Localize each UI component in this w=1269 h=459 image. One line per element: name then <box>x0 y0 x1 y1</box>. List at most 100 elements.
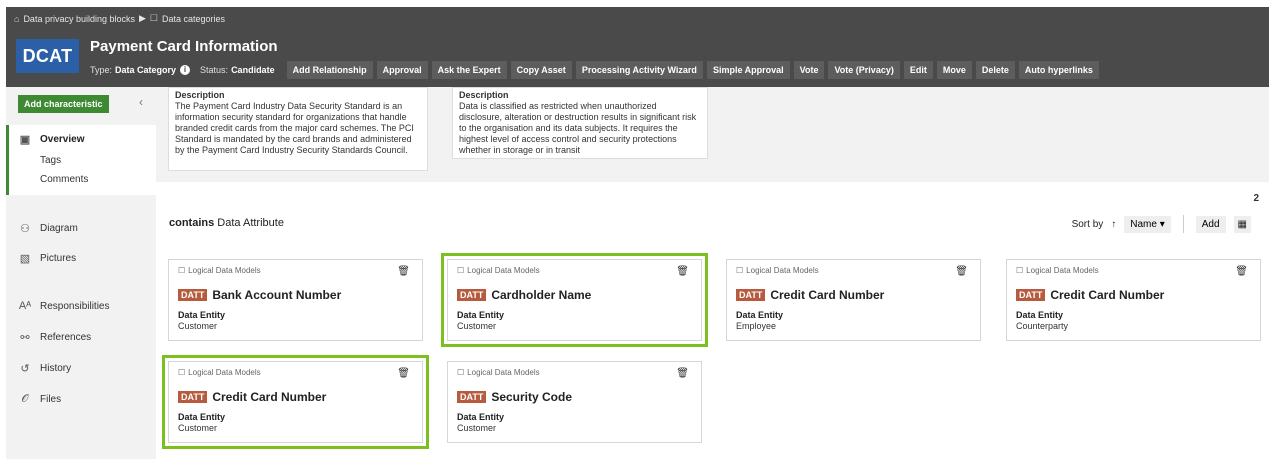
trash-icon[interactable]: 🗑 <box>397 266 410 277</box>
description-text: The Payment Card Industry Data Security … <box>175 101 414 155</box>
card-domain: ☐ Logical Data Models <box>457 266 540 275</box>
card-entity-value: Customer <box>178 321 218 331</box>
approval-button[interactable]: Approval <box>376 61 428 79</box>
card-asset-name[interactable]: Security Code <box>491 390 572 404</box>
domain-icon: ☐ <box>178 266 186 275</box>
card-entity-value: Employee <box>736 321 777 331</box>
trash-icon[interactable]: 🗑 <box>676 368 689 379</box>
card-asset-name[interactable]: Cardholder Name <box>491 288 591 302</box>
ask-the-expert-button[interactable]: Ask the Expert <box>431 61 507 79</box>
add-characteristic-button[interactable]: Add characteristic <box>18 95 109 113</box>
sidebar-item-diagram[interactable]: ⚇ Diagram <box>18 222 78 235</box>
sidebar-item-comments[interactable]: Comments <box>40 174 88 185</box>
asset-header: ⌂ Data privacy building blocks ▶ ☐ Data … <box>6 7 1269 87</box>
overview-icon: ▣ <box>19 134 31 146</box>
card-domain: ☐ Logical Data Models <box>178 368 261 377</box>
edit-button[interactable]: Edit <box>903 61 933 79</box>
paperclip-icon: 𝒪 <box>21 393 29 405</box>
sidebar-item-files[interactable]: 𝒪 Files <box>18 393 62 406</box>
sidebar-item-label: Overview <box>40 134 85 145</box>
domain-icon: ☐ <box>149 13 158 23</box>
simple-approval-button[interactable]: Simple Approval <box>706 61 790 79</box>
card-domain: ☐ Logical Data Models <box>178 266 261 275</box>
card-title: DATT Cardholder Name <box>457 288 591 302</box>
relation-card[interactable]: ☐ Logical Data Models 🗑 DATT Cardholder … <box>441 253 708 347</box>
trash-icon[interactable]: 🗑 <box>397 368 410 379</box>
breadcrumb-item-domain[interactable]: Data categories <box>162 14 225 24</box>
breadcrumb-item-community[interactable]: Data privacy building blocks <box>23 14 135 24</box>
asset-type-badge: DCAT <box>16 39 79 73</box>
overview-group: ▣ Overview Tags Comments <box>6 125 156 195</box>
relation-card[interactable]: ☐ Logical Data Models 🗑 DATT Credit Card… <box>1006 259 1261 341</box>
card-domain: ☐ Logical Data Models <box>736 266 819 275</box>
grid-view-icon[interactable]: ▦ <box>1233 215 1251 233</box>
sidebar: Add characteristic ‹ ▣ Overview Tags Com… <box>6 87 156 459</box>
main-content: Description The Payment Card Industry Da… <box>156 87 1269 459</box>
relation-card[interactable]: ☐ Logical Data Models 🗑 DATT Credit Card… <box>726 259 981 341</box>
breadcrumb: ⌂ Data privacy building blocks ▶ ☐ Data … <box>14 13 225 24</box>
domain-icon: ☐ <box>178 368 186 377</box>
card-entity-value: Customer <box>457 321 497 331</box>
delete-button[interactable]: Delete <box>975 61 1015 79</box>
relation-card[interactable]: ☐ Logical Data Models 🗑 DATT Security Co… <box>447 361 702 443</box>
characteristics-section: Description The Payment Card Industry Da… <box>156 87 1269 182</box>
card-asset-name[interactable]: Credit Card Number <box>1050 288 1164 302</box>
card-asset-name[interactable]: Credit Card Number <box>212 390 326 404</box>
trash-icon[interactable]: 🗑 <box>1235 266 1248 277</box>
sort-direction-icon[interactable]: ↑ <box>1111 219 1116 230</box>
community-icon: ⌂ <box>14 13 20 24</box>
sidebar-item-responsibilities[interactable]: Aᴬ Responsibilities <box>18 300 110 312</box>
move-button[interactable]: Move <box>936 61 972 79</box>
page-title: Payment Card Information <box>90 38 278 55</box>
card-asset-name[interactable]: Bank Account Number <box>212 288 341 302</box>
card-domain: ☐ Logical Data Models <box>1016 266 1099 275</box>
card-title: DATT Credit Card Number <box>1016 288 1164 302</box>
sidebar-item-references[interactable]: ⚯ References <box>18 331 91 344</box>
description-text: Data is classified as restricted when un… <box>459 101 697 155</box>
card-asset-name[interactable]: Credit Card Number <box>770 288 884 302</box>
info-icon[interactable]: i <box>180 65 191 75</box>
relation-card[interactable]: ☐ Logical Data Models 🗑 DATT Credit Card… <box>162 355 429 449</box>
add-relation-button[interactable]: Add <box>1195 215 1226 233</box>
description-label: Description <box>175 90 225 100</box>
card-domain-label: Logical Data Models <box>188 368 261 377</box>
chevron-left-icon[interactable]: ‹ <box>139 95 143 109</box>
card-entity-label: Data Entity <box>457 310 505 320</box>
sidebar-item-label: References <box>40 332 92 343</box>
asset-type-badge: DATT <box>457 391 487 403</box>
trash-icon[interactable]: 🗑 <box>676 266 689 277</box>
vote-privacy-button[interactable]: Vote (Privacy) <box>828 61 900 79</box>
diagram-icon: ⚇ <box>20 223 30 235</box>
sort-controls: Sort by ↑ Name ▾ Add ▦ <box>1072 215 1251 233</box>
copy-asset-button[interactable]: Copy Asset <box>510 61 572 79</box>
sidebar-item-history[interactable]: ↺ History <box>18 362 71 375</box>
sidebar-item-label: Diagram <box>40 223 78 234</box>
type-label: Type: <box>90 65 113 75</box>
sort-field-select[interactable]: Name ▾ <box>1124 215 1171 233</box>
action-toolbar: Add Relationship Approval Ask the Expert… <box>286 61 1099 79</box>
asset-type-badge: DATT <box>736 289 766 301</box>
domain-icon: ☐ <box>457 368 465 377</box>
status-label: Status: <box>200 65 229 75</box>
add-relationship-button[interactable]: Add Relationship <box>286 61 373 79</box>
relation-count: 2 <box>1253 193 1259 204</box>
card-entity-label: Data Entity <box>457 412 505 422</box>
trash-icon[interactable]: 🗑 <box>955 266 968 277</box>
status-badge: Candidate <box>231 65 275 75</box>
domain-icon: ☐ <box>457 266 465 275</box>
relation-card[interactable]: ☐ Logical Data Models 🗑 DATT Bank Accoun… <box>168 259 423 341</box>
processing-activity-wizard-button[interactable]: Processing Activity Wizard <box>575 61 703 79</box>
card-title: DATT Bank Account Number <box>178 288 341 302</box>
card-entity-label: Data Entity <box>736 310 784 320</box>
card-entity-label: Data Entity <box>1016 310 1064 320</box>
card-title: DATT Credit Card Number <box>178 390 326 404</box>
sidebar-item-pictures[interactable]: ▧ Pictures <box>18 252 76 265</box>
vote-button[interactable]: Vote <box>793 61 825 79</box>
card-domain-label: Logical Data Models <box>746 266 819 275</box>
sidebar-item-tags[interactable]: Tags <box>40 155 61 166</box>
asset-type-badge: DATT <box>1016 289 1046 301</box>
card-domain-label: Logical Data Models <box>1026 266 1099 275</box>
domain-icon: ☐ <box>736 266 744 275</box>
sidebar-item-overview[interactable]: ▣ Overview <box>18 133 85 146</box>
auto-hyperlinks-button[interactable]: Auto hyperlinks <box>1018 61 1099 79</box>
